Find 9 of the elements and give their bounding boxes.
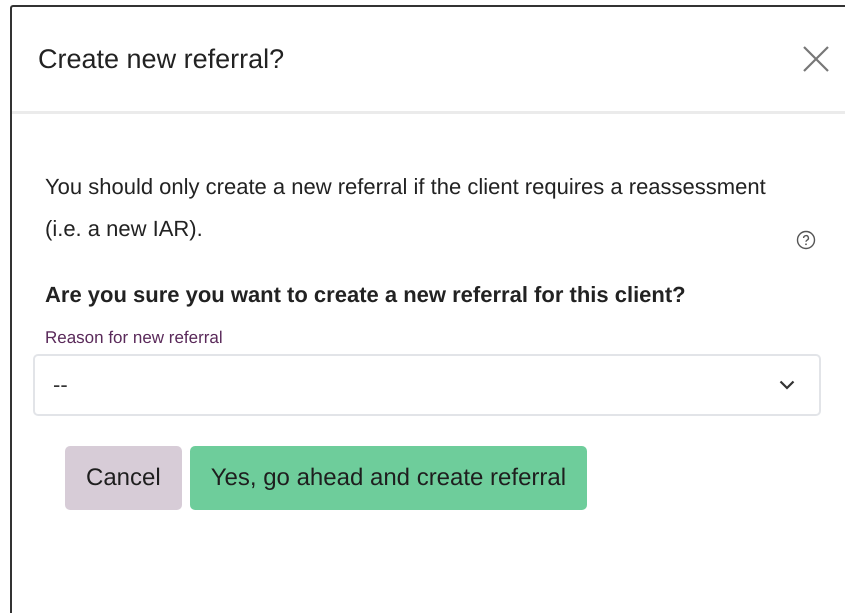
confirm-button[interactable]: Yes, go ahead and create referral — [190, 446, 588, 510]
info-message: You should only create a new referral if the client requires a reassessment (i.e. a new IAR). — [45, 173, 767, 243]
field-label: Reason for new referral — [45, 328, 224, 348]
chevron-down-icon — [779, 380, 795, 390]
dialog-title: Create new referral? — [38, 44, 284, 74]
reason-select[interactable]: -- — [33, 354, 821, 416]
confirmation-question: Are you sure you want to create a new referral for this client? — [45, 281, 687, 309]
help-icon[interactable] — [796, 230, 816, 250]
cancel-button[interactable]: Cancel — [65, 446, 182, 510]
